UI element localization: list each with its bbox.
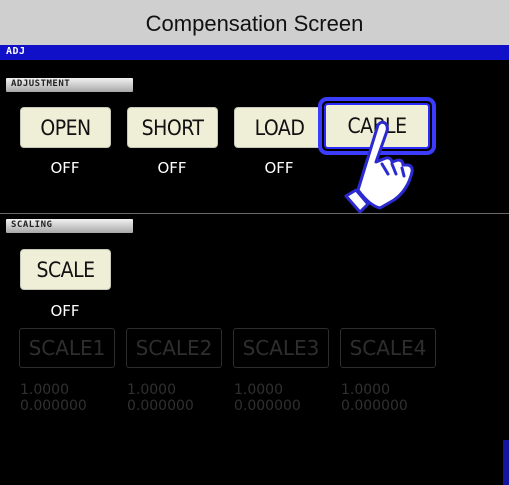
adjustment-section-tab: ADJUSTMENT (6, 78, 133, 92)
scale4-value-b: 0.000000 (341, 398, 408, 414)
scale-button[interactable]: SCALE (20, 249, 111, 290)
hand-pointer-icon (344, 120, 414, 214)
open-status: OFF (50, 159, 80, 177)
scale3-button[interactable]: SCALE3 (233, 328, 329, 368)
scaling-section-tab: SCALING (6, 219, 133, 233)
short-status: OFF (157, 159, 187, 177)
scale-status: OFF (50, 302, 80, 320)
page-title: Compensation Screen (145, 11, 364, 36)
load-status: OFF (264, 159, 294, 177)
mode-header-bar: ADJ (0, 45, 509, 60)
scale1-value-b: 0.000000 (20, 398, 87, 414)
scaling-section-label: SCALING (11, 220, 53, 230)
section-divider (0, 213, 509, 214)
mode-header-label: ADJ (6, 46, 26, 57)
scale2-value-a: 1.0000 (127, 382, 176, 398)
scale2-button[interactable]: SCALE2 (126, 328, 222, 368)
side-panel-tab[interactable] (503, 440, 509, 485)
open-button[interactable]: OPEN (20, 107, 111, 148)
scale1-value-a: 1.0000 (20, 382, 69, 398)
scale4-button[interactable]: SCALE4 (340, 328, 436, 368)
scale1-button[interactable]: SCALE1 (19, 328, 115, 368)
scale3-value-a: 1.0000 (234, 382, 283, 398)
scale2-value-b: 0.000000 (127, 398, 194, 414)
title-bar: Compensation Screen (0, 0, 509, 45)
scale4-value-a: 1.0000 (341, 382, 390, 398)
load-button[interactable]: LOAD (234, 107, 325, 148)
short-button[interactable]: SHORT (127, 107, 218, 148)
scale3-value-b: 0.000000 (234, 398, 301, 414)
adjustment-section-label: ADJUSTMENT (11, 79, 71, 89)
